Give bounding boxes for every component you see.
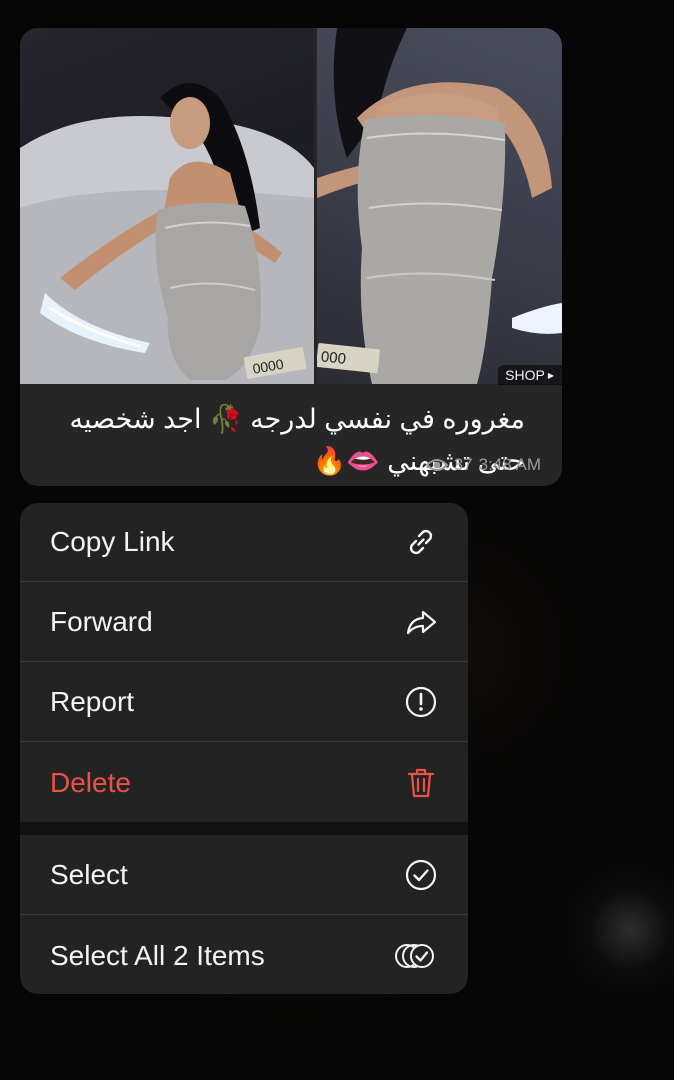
shop-label: SHOP bbox=[505, 367, 545, 383]
select-all-label: Select All 2 Items bbox=[50, 939, 265, 971]
photo-left-image: 0000 bbox=[20, 83, 314, 384]
photo-right[interactable]: 000 bbox=[317, 28, 562, 384]
forward-arrow-icon bbox=[404, 605, 438, 639]
message-meta: 37 3:48 AM bbox=[425, 455, 541, 475]
banknote-text: 000 bbox=[320, 348, 347, 368]
link-icon bbox=[404, 525, 438, 559]
exclamation-circle-icon bbox=[404, 685, 438, 719]
photo-right-image: 000 bbox=[317, 28, 562, 384]
photo-left[interactable]: 0000 bbox=[20, 28, 314, 384]
select-menu-item[interactable]: Select bbox=[20, 836, 468, 915]
delete-label: Delete bbox=[50, 766, 131, 798]
play-triangle-icon: ▶ bbox=[547, 371, 554, 380]
forward-label: Forward bbox=[50, 606, 153, 637]
select-label: Select bbox=[50, 859, 128, 890]
report-menu-item[interactable]: Report bbox=[20, 663, 468, 742]
menu-section-divider bbox=[20, 822, 468, 835]
eye-icon bbox=[425, 457, 448, 473]
context-menu: Copy Link Forward Report Delete Select S… bbox=[20, 503, 468, 994]
copy-link-menu-item[interactable]: Copy Link bbox=[20, 503, 468, 582]
trash-icon bbox=[404, 766, 438, 800]
message-time: 3:48 AM bbox=[478, 455, 541, 474]
checkmark-circle-icon bbox=[404, 858, 438, 892]
select-all-icon bbox=[394, 939, 438, 973]
select-all-menu-item[interactable]: Select All 2 Items bbox=[20, 916, 468, 994]
report-label: Report bbox=[50, 686, 135, 717]
forward-menu-item[interactable]: Forward bbox=[20, 583, 468, 662]
copy-link-label: Copy Link bbox=[50, 526, 175, 557]
shop-button[interactable]: SHOP ▶ bbox=[498, 365, 562, 385]
view-count: 37 bbox=[453, 455, 473, 474]
message-bubble[interactable]: 0000 000 SHOP ▶ مغروره في نفسي لدرجه 🥀 اج… bbox=[20, 28, 562, 486]
delete-menu-item[interactable]: Delete bbox=[20, 743, 468, 822]
